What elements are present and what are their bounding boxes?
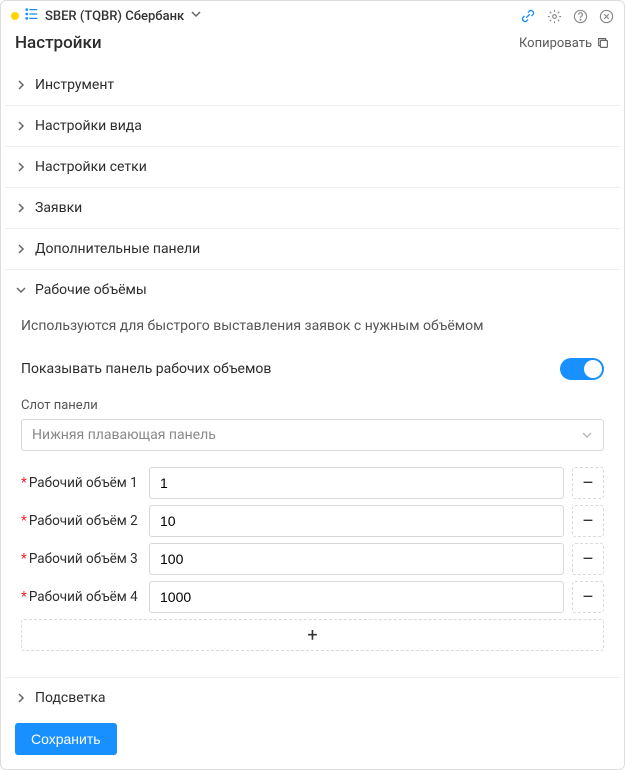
chevron-right-icon [15, 161, 27, 173]
section-title: Дополнительные панели [35, 241, 200, 257]
section-title: Настройки сетки [35, 159, 147, 175]
volume-label: *Рабочий объём 3 [21, 551, 141, 567]
copy-icon [596, 36, 610, 50]
volume-input[interactable] [149, 581, 564, 613]
footer: Сохранить [1, 713, 624, 769]
section-instrument[interactable]: Инструмент [5, 65, 620, 105]
close-icon[interactable] [598, 8, 614, 24]
remove-volume-button[interactable]: – [572, 467, 604, 499]
minus-icon: – [582, 511, 594, 532]
chevron-down-icon[interactable] [190, 8, 202, 24]
sections: Инструмент Настройки вида Настройки сетк… [1, 65, 624, 713]
show-panel-row: Показывать панель рабочих объемов [21, 352, 604, 398]
plus-icon: + [307, 625, 317, 646]
section-title: Подсветка [35, 690, 106, 706]
volume-label-text: Рабочий объём 3 [29, 551, 138, 567]
slot-value: Нижняя плавающая панель [32, 427, 216, 443]
link-icon[interactable] [520, 8, 536, 24]
chevron-down-icon [581, 429, 593, 441]
volume-label-text: Рабочий объём 1 [29, 475, 138, 491]
section-title: Настройки вида [35, 118, 142, 134]
slot-label: Слот панели [21, 398, 604, 413]
chevron-right-icon [15, 120, 27, 132]
required-star-icon: * [21, 513, 27, 529]
copy-label: Копировать [519, 36, 592, 51]
chevron-right-icon [15, 692, 27, 704]
section-title: Заявки [35, 200, 82, 216]
section-volumes[interactable]: Рабочие объёмы [5, 269, 620, 310]
volume-label: *Рабочий объём 4 [21, 589, 141, 605]
volume-label-text: Рабочий объём 2 [29, 513, 138, 529]
copy-button[interactable]: Копировать [519, 36, 610, 51]
volume-label: *Рабочий объём 2 [21, 513, 141, 529]
required-star-icon: * [21, 551, 27, 567]
section-orders[interactable]: Заявки [5, 187, 620, 228]
minus-icon: – [582, 587, 594, 608]
chevron-right-icon [15, 243, 27, 255]
status-dot-icon [11, 12, 19, 20]
volume-row: *Рабочий объём 3 – [21, 543, 604, 575]
minus-icon: – [582, 473, 594, 494]
show-panel-toggle[interactable] [560, 358, 604, 380]
gear-icon[interactable] [546, 8, 562, 24]
section-volumes-body: Используются для быстрого выставления за… [5, 310, 620, 677]
list-icon [25, 7, 39, 25]
volumes-description: Используются для быстрого выставления за… [21, 310, 604, 352]
volume-input[interactable] [149, 505, 564, 537]
section-grid[interactable]: Настройки сетки [5, 146, 620, 187]
remove-volume-button[interactable]: – [572, 543, 604, 575]
ticker-label[interactable]: SBER (TQBR) Сбербанк [45, 9, 184, 24]
volume-label: *Рабочий объём 1 [21, 475, 141, 491]
section-panels[interactable]: Дополнительные панели [5, 228, 620, 269]
remove-volume-button[interactable]: – [572, 581, 604, 613]
chevron-right-icon [15, 202, 27, 214]
minus-icon: – [582, 549, 594, 570]
volume-label-text: Рабочий объём 4 [29, 589, 138, 605]
chevron-right-icon [15, 79, 27, 91]
slot-select[interactable]: Нижняя плавающая панель [21, 419, 604, 451]
subheader: Настройки Копировать [1, 31, 624, 65]
save-button[interactable]: Сохранить [15, 723, 117, 755]
remove-volume-button[interactable]: – [572, 505, 604, 537]
settings-window: SBER (TQBR) Сбербанк Настройки Копироват… [0, 0, 625, 770]
add-volume-button[interactable]: + [21, 619, 604, 651]
section-view[interactable]: Настройки вида [5, 105, 620, 146]
show-panel-label: Показывать панель рабочих объемов [21, 361, 271, 377]
help-icon[interactable] [572, 8, 588, 24]
titlebar: SBER (TQBR) Сбербанк [1, 1, 624, 31]
volume-row: *Рабочий объём 1 – [21, 467, 604, 499]
section-title: Рабочие объёмы [35, 282, 147, 298]
volume-row: *Рабочий объём 2 – [21, 505, 604, 537]
required-star-icon: * [21, 589, 27, 605]
chevron-down-icon [15, 284, 27, 296]
volume-row: *Рабочий объём 4 – [21, 581, 604, 613]
section-highlight[interactable]: Подсветка [5, 677, 620, 713]
volume-input[interactable] [149, 543, 564, 575]
required-star-icon: * [21, 475, 27, 491]
volume-input[interactable] [149, 467, 564, 499]
page-title: Настройки [15, 33, 102, 53]
section-title: Инструмент [35, 77, 114, 93]
